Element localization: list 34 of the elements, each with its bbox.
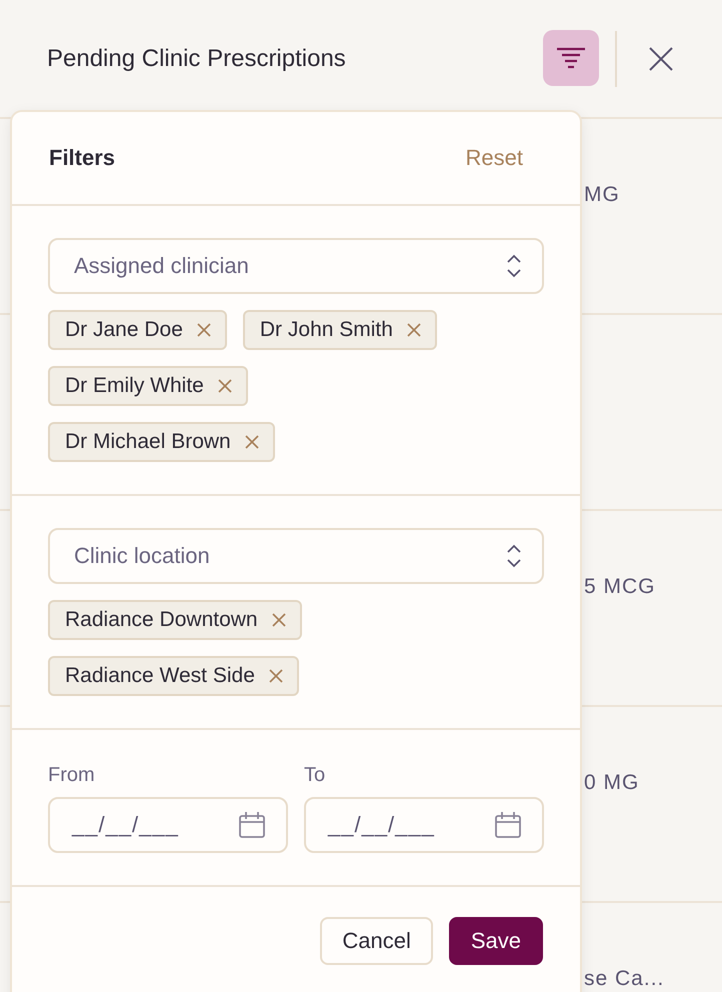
page-title: Pending Clinic Prescriptions	[47, 44, 347, 72]
select-field[interactable]: Assigned clinician	[48, 238, 544, 294]
save-button[interactable]: Save	[448, 917, 543, 965]
date-label: To	[304, 764, 326, 787]
remove-icon[interactable]	[244, 435, 259, 449]
calendar-icon[interactable]	[494, 811, 522, 839]
chevron-updown-icon	[506, 543, 522, 569]
date-field[interactable]: __/__/___	[304, 797, 544, 853]
panel-title: Filters	[49, 145, 116, 171]
tag-label: Dr Emily White	[65, 374, 204, 398]
select-field[interactable]: Clinic location	[48, 528, 544, 584]
close-icon	[648, 46, 674, 72]
tag-label: Radiance West Side	[65, 664, 255, 688]
remove-icon[interactable]	[272, 613, 286, 627]
remove-icon[interactable]	[406, 323, 421, 337]
tag-label: Dr Jane Doe	[65, 318, 183, 342]
table-cell: MG	[584, 183, 620, 207]
remove-icon[interactable]	[218, 379, 232, 393]
tag-label: Dr Michael Brown	[65, 430, 231, 454]
tag-label: Radiance Downtown	[65, 608, 258, 632]
chevron-updown-icon	[506, 253, 522, 279]
remove-icon[interactable]	[196, 323, 211, 337]
filter-icon	[555, 46, 587, 68]
filter-button[interactable]	[543, 30, 599, 86]
tag-label: Dr John Smith	[260, 318, 393, 342]
calendar-icon[interactable]	[238, 811, 266, 839]
table-cell: 5 MCG	[584, 575, 656, 599]
table-cell: se Ca...	[584, 967, 664, 991]
date-field[interactable]: __/__/___	[48, 797, 288, 853]
table-cell: 0 MG	[584, 771, 640, 795]
date-label: From	[48, 764, 96, 787]
close-button[interactable]	[648, 46, 674, 72]
cancel-button[interactable]: Cancel	[320, 917, 433, 965]
remove-icon[interactable]	[268, 669, 283, 683]
